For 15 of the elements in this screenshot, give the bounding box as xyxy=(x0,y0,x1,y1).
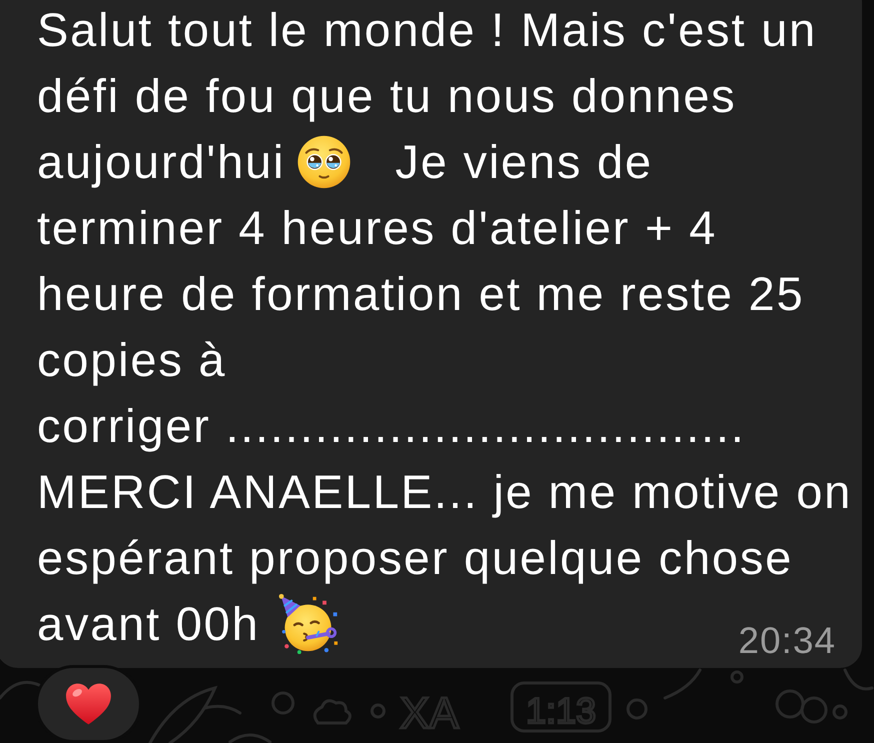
message-text: Je viens de xyxy=(395,134,653,190)
message-text: terminer 4 heures d'atelier + 4 xyxy=(37,200,718,256)
message-text: copies à xyxy=(37,332,226,388)
heart-icon xyxy=(64,681,113,727)
message-text: aujourd'hui xyxy=(37,134,286,190)
message-text: défi de fou que tu nous donnes xyxy=(37,68,736,124)
message-text: corriger ................................... xyxy=(37,398,746,454)
message-text: avant 00h xyxy=(37,596,260,652)
message-text: Salut tout le monde ! Mais c'est un xyxy=(37,2,817,58)
message-text: MERCI ANAELLE... je me motive on xyxy=(37,464,852,520)
message-text: espérant proposer quelque chose xyxy=(37,530,794,586)
teary-face-icon xyxy=(297,135,352,189)
party-face-icon xyxy=(278,593,340,655)
message-text: heure de formation et me reste 25 xyxy=(37,266,804,322)
message-time: 20:34 xyxy=(738,622,836,659)
